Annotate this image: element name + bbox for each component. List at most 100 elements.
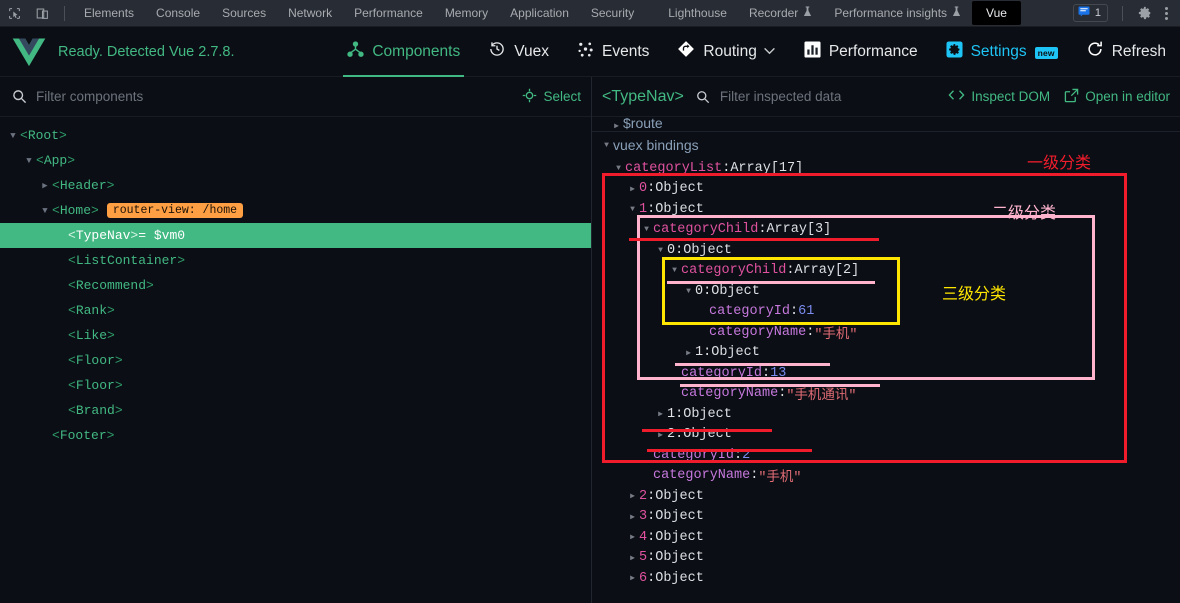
disclosure-triangle-icon[interactable]: ▼ bbox=[612, 164, 625, 173]
devtools-tab-performance-insights[interactable]: Performance insights bbox=[823, 0, 972, 27]
component-tree-row[interactable]: <Floor> bbox=[0, 348, 591, 373]
devtools-tab-recorder[interactable]: Recorder bbox=[738, 0, 823, 27]
data-tree-row[interactable]: ▶ 2: Object bbox=[592, 486, 1180, 507]
data-key: 2 bbox=[639, 488, 648, 504]
data-tree-row[interactable]: ▼ 1: Object bbox=[592, 199, 1180, 220]
devtools-tab-application[interactable]: Application bbox=[499, 0, 580, 27]
disclosure-triangle-icon[interactable]: ▶ bbox=[610, 121, 623, 131]
disclosure-triangle-icon[interactable]: ▶ bbox=[626, 573, 639, 583]
data-tree-row[interactable]: ▼ categoryList: Array[17] bbox=[592, 158, 1180, 179]
data-section-vuex-bindings[interactable]: ▼ vuex bindings bbox=[592, 132, 1180, 158]
disclosure-triangle-icon[interactable]: ▶ bbox=[654, 409, 667, 419]
data-tree-row[interactable]: ▶ 3: Object bbox=[592, 507, 1180, 528]
component-tree-row[interactable]: <Footer> bbox=[0, 423, 591, 448]
data-row-route-clipped[interactable]: ▶ $route bbox=[592, 117, 1180, 131]
data-tree-row[interactable]: ▶ 2: Object bbox=[592, 425, 1180, 446]
component-tree-row[interactable]: <Recommend> bbox=[0, 273, 591, 298]
data-tree-row[interactable]: categoryName: "手机通讯" bbox=[592, 384, 1180, 404]
disclosure-triangle-icon[interactable]: ▼ bbox=[600, 141, 613, 150]
data-tree-row[interactable]: ▶ 0: Object bbox=[592, 179, 1180, 200]
disclosure-triangle-icon[interactable]: ▼ bbox=[654, 246, 667, 255]
disclosure-triangle-icon[interactable]: ▼ bbox=[22, 156, 36, 166]
disclosure-triangle-icon[interactable]: ▶ bbox=[654, 430, 667, 440]
vue-tab-events[interactable]: Events bbox=[563, 27, 663, 77]
data-value: "手机" bbox=[814, 327, 858, 343]
disclosure-triangle-icon[interactable]: ▶ bbox=[626, 532, 639, 542]
disclosure-triangle-icon[interactable]: ▶ bbox=[626, 491, 639, 501]
component-tree-row[interactable]: ▼ <Root> bbox=[0, 123, 591, 148]
vue-tab-vuex[interactable]: Vuex bbox=[474, 27, 563, 77]
select-component-button[interactable]: Select bbox=[508, 88, 581, 106]
message-count-chip[interactable]: 1 bbox=[1072, 4, 1108, 22]
disclosure-triangle-icon[interactable]: ▶ bbox=[682, 348, 695, 358]
devtools-tab-list: Elements Console Sources Network Perform… bbox=[73, 0, 1021, 27]
data-tree-row[interactable]: ▶ 4: Object bbox=[592, 527, 1180, 548]
disclosure-triangle-icon[interactable]: ▶ bbox=[38, 181, 52, 191]
devtools-tab-memory[interactable]: Memory bbox=[434, 0, 499, 27]
disclosure-triangle-icon[interactable]: ▼ bbox=[626, 205, 639, 214]
data-key: categoryId bbox=[653, 447, 735, 463]
data-tree-row[interactable]: ▶ 1: Object bbox=[592, 343, 1180, 364]
devtools-tab-security[interactable]: Security bbox=[580, 0, 645, 27]
component-tree-row[interactable]: ▶ <Header> bbox=[0, 173, 591, 198]
devtools-tab-vue[interactable]: Vue bbox=[972, 1, 1021, 25]
data-tree-row[interactable]: ▼ categoryChild: Array[3] bbox=[592, 220, 1180, 241]
component-tree-row[interactable]: ▼ <Home> router-view: /home bbox=[0, 198, 591, 223]
disclosure-triangle-icon[interactable]: ▼ bbox=[6, 131, 20, 141]
data-tree-row[interactable]: ▼ 0: Object bbox=[592, 240, 1180, 261]
devtools-tab-sources[interactable]: Sources bbox=[211, 0, 277, 27]
component-tree-row[interactable]: <TypeNav> = $vm0 bbox=[0, 223, 591, 248]
data-tree-row[interactable]: categoryId: 2 bbox=[592, 445, 1180, 466]
vue-tab-settings[interactable]: Settings new bbox=[932, 27, 1072, 77]
data-tree-row[interactable]: ▼ 0: Object bbox=[592, 281, 1180, 302]
data-separator: : bbox=[758, 222, 767, 238]
disclosure-triangle-icon[interactable]: ▶ bbox=[626, 512, 639, 522]
filter-components-input[interactable] bbox=[28, 89, 509, 104]
component-name: <Home> bbox=[52, 203, 99, 218]
vue-tab-refresh[interactable]: Refresh bbox=[1072, 27, 1180, 77]
chevron-down-icon[interactable] bbox=[763, 46, 776, 58]
component-tree-row[interactable]: <Floor> bbox=[0, 373, 591, 398]
component-tree-row[interactable]: <Brand> bbox=[0, 398, 591, 423]
data-tree-row[interactable]: categoryId: 61 bbox=[592, 302, 1180, 323]
vue-tab-components[interactable]: Components bbox=[333, 27, 474, 77]
disclosure-triangle-icon[interactable]: ▼ bbox=[682, 287, 695, 296]
data-tree-row[interactable]: ▶ 6: Object bbox=[592, 568, 1180, 589]
inspect-element-icon[interactable] bbox=[0, 0, 28, 27]
data-tree-row[interactable]: ▼ categoryChild: Array[2] bbox=[592, 261, 1180, 282]
component-tree-row[interactable]: <Like> bbox=[0, 323, 591, 348]
devtools-tab-elements[interactable]: Elements bbox=[73, 0, 145, 27]
data-tree-row[interactable]: categoryName: "手机" bbox=[592, 466, 1180, 486]
data-tree-row[interactable]: categoryName: "手机" bbox=[592, 322, 1180, 343]
gear-icon[interactable] bbox=[1131, 0, 1159, 27]
disclosure-triangle-icon[interactable]: ▼ bbox=[38, 206, 52, 216]
filter-inspected-data-input[interactable] bbox=[711, 89, 935, 104]
disclosure-triangle-icon[interactable]: ▼ bbox=[640, 225, 653, 234]
component-tree-row[interactable]: <Rank> bbox=[0, 298, 591, 323]
device-toolbar-icon[interactable] bbox=[28, 0, 56, 27]
component-name: <App> bbox=[36, 153, 76, 168]
data-tree-row[interactable]: ▶ 1: Object bbox=[592, 404, 1180, 425]
disclosure-triangle-icon[interactable]: ▶ bbox=[626, 184, 639, 194]
components-icon bbox=[347, 40, 365, 63]
data-tree-row[interactable]: categoryId: 13 bbox=[592, 363, 1180, 384]
devtools-tab-lighthouse[interactable]: Lighthouse bbox=[657, 0, 738, 27]
disclosure-triangle-icon[interactable]: ▶ bbox=[626, 553, 639, 563]
data-tree-row[interactable]: ▶ 5: Object bbox=[592, 548, 1180, 569]
component-tree-row[interactable]: <ListContainer> bbox=[0, 248, 591, 273]
tab-label: Performance insights bbox=[834, 5, 948, 20]
open-in-editor-button[interactable]: Open in editor bbox=[1050, 88, 1170, 106]
devtools-tab-network[interactable]: Network bbox=[277, 0, 343, 27]
kebab-menu-icon[interactable] bbox=[1159, 6, 1176, 20]
inspect-dom-button[interactable]: Inspect DOM bbox=[934, 89, 1050, 104]
devtools-tab-console[interactable]: Console bbox=[145, 0, 211, 27]
data-key: categoryChild bbox=[681, 263, 787, 279]
vue-tab-label: Settings bbox=[970, 42, 1027, 60]
component-tree-row[interactable]: ▼ <App> bbox=[0, 148, 591, 173]
vue-devtools-window: Elements Console Sources Network Perform… bbox=[0, 0, 1180, 603]
history-icon bbox=[488, 40, 506, 63]
vue-tab-routing[interactable]: Routing bbox=[663, 27, 789, 77]
vue-tab-performance[interactable]: Performance bbox=[790, 27, 932, 77]
disclosure-triangle-icon[interactable]: ▼ bbox=[668, 266, 681, 275]
devtools-tab-performance[interactable]: Performance bbox=[343, 0, 434, 27]
